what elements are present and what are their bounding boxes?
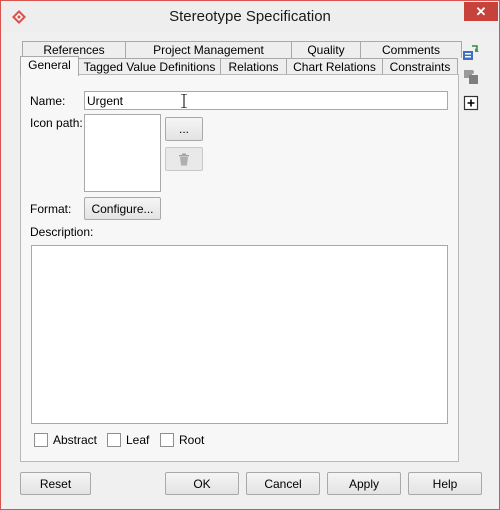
add-constraint-icon[interactable] <box>462 43 480 61</box>
trash-icon <box>179 153 189 165</box>
icon-path-label: Icon path: <box>30 116 83 130</box>
abstract-checkbox[interactable]: Abstract <box>34 433 97 447</box>
text-cursor-icon <box>181 94 187 108</box>
icon-preview <box>84 114 161 192</box>
close-button[interactable]: ✕ <box>464 2 498 21</box>
reset-button[interactable]: Reset <box>20 472 91 495</box>
description-label: Description: <box>30 225 94 239</box>
leaf-checkbox-box[interactable] <box>107 433 121 447</box>
remove-icon-button[interactable] <box>165 147 203 171</box>
apply-button[interactable]: Apply <box>327 472 401 495</box>
expand-icon[interactable] <box>463 95 481 113</box>
tab-constraints[interactable]: Constraints <box>382 58 458 75</box>
abstract-checkbox-label: Abstract <box>53 433 98 447</box>
tab-comments[interactable]: Comments <box>360 41 462 58</box>
name-input-value: Urgent <box>87 94 124 108</box>
description-textarea[interactable] <box>31 245 448 424</box>
help-button[interactable]: Help <box>408 472 482 495</box>
leaf-checkbox[interactable]: Leaf <box>107 433 149 447</box>
title-bar: Stereotype Specification ✕ <box>1 1 499 32</box>
tab-tagged-value-definitions[interactable]: Tagged Value Definitions <box>78 58 221 75</box>
format-label: Format: <box>30 202 72 216</box>
name-label: Name: <box>30 94 66 108</box>
root-checkbox-box[interactable] <box>160 433 174 447</box>
browse-icon-button[interactable]: ... <box>165 117 203 141</box>
tab-relations[interactable]: Relations <box>220 58 287 75</box>
configure-button[interactable]: Configure... <box>84 197 161 220</box>
tab-general[interactable]: General <box>20 56 79 76</box>
leaf-checkbox-label: Leaf <box>126 433 150 447</box>
tab-project-management[interactable]: Project Management <box>125 41 292 58</box>
abstract-checkbox-box[interactable] <box>34 433 48 447</box>
tab-quality[interactable]: Quality <box>291 41 361 58</box>
cancel-button[interactable]: Cancel <box>246 472 320 495</box>
root-checkbox[interactable]: Root <box>160 433 204 447</box>
stereotype-dialog: Stereotype Specification ✕ References Pr… <box>0 0 500 510</box>
name-input[interactable]: Urgent <box>84 91 448 110</box>
tab-chart-relations[interactable]: Chart Relations <box>286 58 383 75</box>
window-title: Stereotype Specification <box>169 8 331 25</box>
ok-button[interactable]: OK <box>165 472 239 495</box>
puzzle-icon[interactable] <box>462 68 480 86</box>
root-checkbox-label: Root <box>179 433 205 447</box>
